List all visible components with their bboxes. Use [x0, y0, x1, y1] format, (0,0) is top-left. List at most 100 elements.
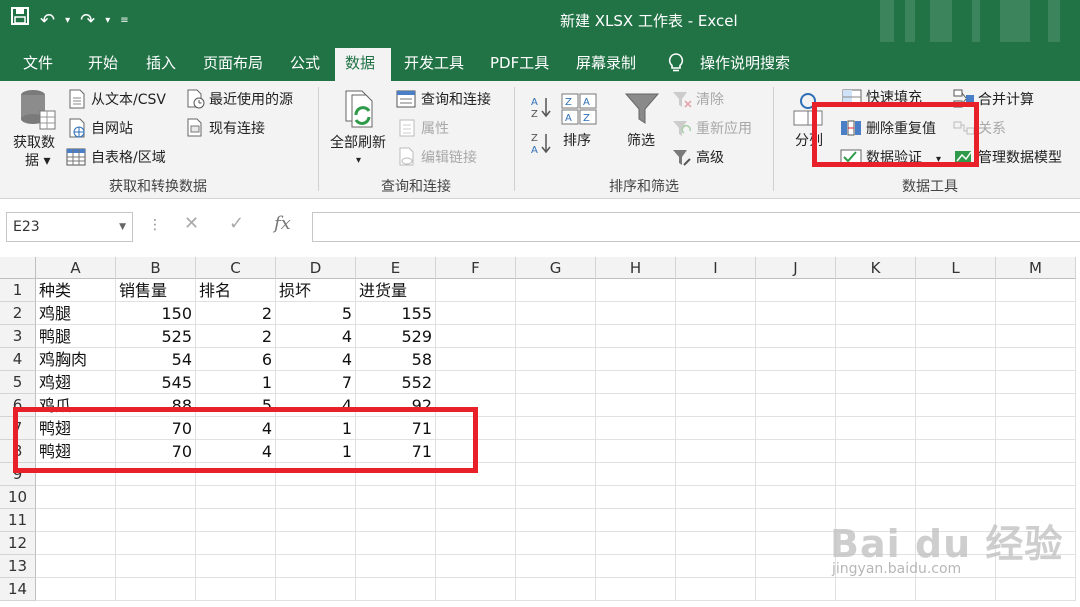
- cell-h12[interactable]: [596, 532, 676, 555]
- name-box[interactable]: E23 ▼: [6, 212, 133, 242]
- cell-k7[interactable]: [836, 417, 916, 440]
- cell-d5[interactable]: 7: [276, 371, 356, 394]
- cell-j11[interactable]: [756, 509, 836, 532]
- row-header[interactable]: 14: [0, 578, 36, 601]
- cell-h7[interactable]: [596, 417, 676, 440]
- cell-d13[interactable]: [276, 555, 356, 578]
- cell-e5[interactable]: 552: [356, 371, 436, 394]
- row-header[interactable]: 4: [0, 348, 36, 371]
- cell-h5[interactable]: [596, 371, 676, 394]
- tab-home[interactable]: 开始: [78, 48, 128, 81]
- cell-d14[interactable]: [276, 578, 356, 601]
- cell-b11[interactable]: [116, 509, 196, 532]
- row-header[interactable]: 11: [0, 509, 36, 532]
- tab-insert[interactable]: 插入: [136, 48, 186, 81]
- edit-links-button[interactable]: 编辑链接: [421, 148, 477, 168]
- cell-c14[interactable]: [196, 578, 276, 601]
- cell-i6[interactable]: [676, 394, 756, 417]
- reapply-button[interactable]: 重新应用: [696, 119, 752, 139]
- cell-b2[interactable]: 150: [116, 302, 196, 325]
- cell-e14[interactable]: [356, 578, 436, 601]
- cell-l9[interactable]: [916, 463, 996, 486]
- cell-h4[interactable]: [596, 348, 676, 371]
- cell-k6[interactable]: [836, 394, 916, 417]
- cell-b13[interactable]: [116, 555, 196, 578]
- cell-e4[interactable]: 58: [356, 348, 436, 371]
- cell-b3[interactable]: 525: [116, 325, 196, 348]
- get-data-button[interactable]: 获取数: [13, 133, 55, 153]
- cell-l4[interactable]: [916, 348, 996, 371]
- cell-c2[interactable]: 2: [196, 302, 276, 325]
- cell-m5[interactable]: [996, 371, 1076, 394]
- tab-pdf-tools[interactable]: PDF工具: [480, 48, 559, 81]
- cell-h6[interactable]: [596, 394, 676, 417]
- cell-g7[interactable]: [516, 417, 596, 440]
- column-header-k[interactable]: K: [836, 257, 916, 279]
- get-data-button-line2[interactable]: 据 ▾: [25, 151, 50, 171]
- cell-l5[interactable]: [916, 371, 996, 394]
- select-all-corner[interactable]: [0, 257, 36, 279]
- cell-a11[interactable]: [36, 509, 116, 532]
- cell-f1[interactable]: [436, 279, 516, 302]
- cell-k4[interactable]: [836, 348, 916, 371]
- cell-j2[interactable]: [756, 302, 836, 325]
- sort-descending-icon[interactable]: ZA: [530, 131, 552, 159]
- cell-k1[interactable]: [836, 279, 916, 302]
- row-header[interactable]: 2: [0, 302, 36, 325]
- cell-m7[interactable]: [996, 417, 1076, 440]
- cell-h1[interactable]: [596, 279, 676, 302]
- cell-d12[interactable]: [276, 532, 356, 555]
- row-header[interactable]: 13: [0, 555, 36, 578]
- cell-f3[interactable]: [436, 325, 516, 348]
- cell-l10[interactable]: [916, 486, 996, 509]
- cell-a5[interactable]: 鸡翅: [36, 371, 116, 394]
- cell-c1[interactable]: 排名: [196, 279, 276, 302]
- cell-i5[interactable]: [676, 371, 756, 394]
- cell-j13[interactable]: [756, 555, 836, 578]
- cell-g5[interactable]: [516, 371, 596, 394]
- cell-i7[interactable]: [676, 417, 756, 440]
- cell-d11[interactable]: [276, 509, 356, 532]
- cell-d4[interactable]: 4: [276, 348, 356, 371]
- cell-b10[interactable]: [116, 486, 196, 509]
- redo-dropdown-icon[interactable]: ▾: [105, 6, 110, 36]
- cell-i14[interactable]: [676, 578, 756, 601]
- cell-m4[interactable]: [996, 348, 1076, 371]
- tab-screen-record[interactable]: 屏幕录制: [566, 48, 646, 81]
- enter-icon[interactable]: ✓: [229, 213, 244, 234]
- cell-a10[interactable]: [36, 486, 116, 509]
- cell-i13[interactable]: [676, 555, 756, 578]
- column-header-c[interactable]: C: [196, 257, 276, 279]
- cell-m9[interactable]: [996, 463, 1076, 486]
- cell-i8[interactable]: [676, 440, 756, 463]
- cell-m2[interactable]: [996, 302, 1076, 325]
- cell-a13[interactable]: [36, 555, 116, 578]
- refresh-all-button[interactable]: 全部刷新: [330, 133, 386, 153]
- cell-a2[interactable]: 鸡腿: [36, 302, 116, 325]
- cell-m1[interactable]: [996, 279, 1076, 302]
- cell-h14[interactable]: [596, 578, 676, 601]
- undo-icon[interactable]: ↶: [40, 6, 55, 36]
- chevron-down-icon[interactable]: ▼: [119, 213, 126, 241]
- cell-l1[interactable]: [916, 279, 996, 302]
- advanced-button[interactable]: 高级: [696, 148, 724, 168]
- cell-c4[interactable]: 6: [196, 348, 276, 371]
- cell-m3[interactable]: [996, 325, 1076, 348]
- column-header-d[interactable]: D: [276, 257, 356, 279]
- insert-function-icon[interactable]: fx: [274, 213, 291, 234]
- cell-l7[interactable]: [916, 417, 996, 440]
- cell-m10[interactable]: [996, 486, 1076, 509]
- cell-k9[interactable]: [836, 463, 916, 486]
- cell-l2[interactable]: [916, 302, 996, 325]
- cell-i3[interactable]: [676, 325, 756, 348]
- cell-k2[interactable]: [836, 302, 916, 325]
- cell-h8[interactable]: [596, 440, 676, 463]
- cell-i2[interactable]: [676, 302, 756, 325]
- cell-b4[interactable]: 54: [116, 348, 196, 371]
- from-table-range-button[interactable]: 自表格/区域: [91, 148, 166, 168]
- tab-formulas[interactable]: 公式: [280, 48, 330, 81]
- cell-j6[interactable]: [756, 394, 836, 417]
- cell-c3[interactable]: 2: [196, 325, 276, 348]
- customize-qat-icon[interactable]: ≡: [120, 6, 128, 36]
- consolidate-button[interactable]: 合并计算: [978, 90, 1034, 110]
